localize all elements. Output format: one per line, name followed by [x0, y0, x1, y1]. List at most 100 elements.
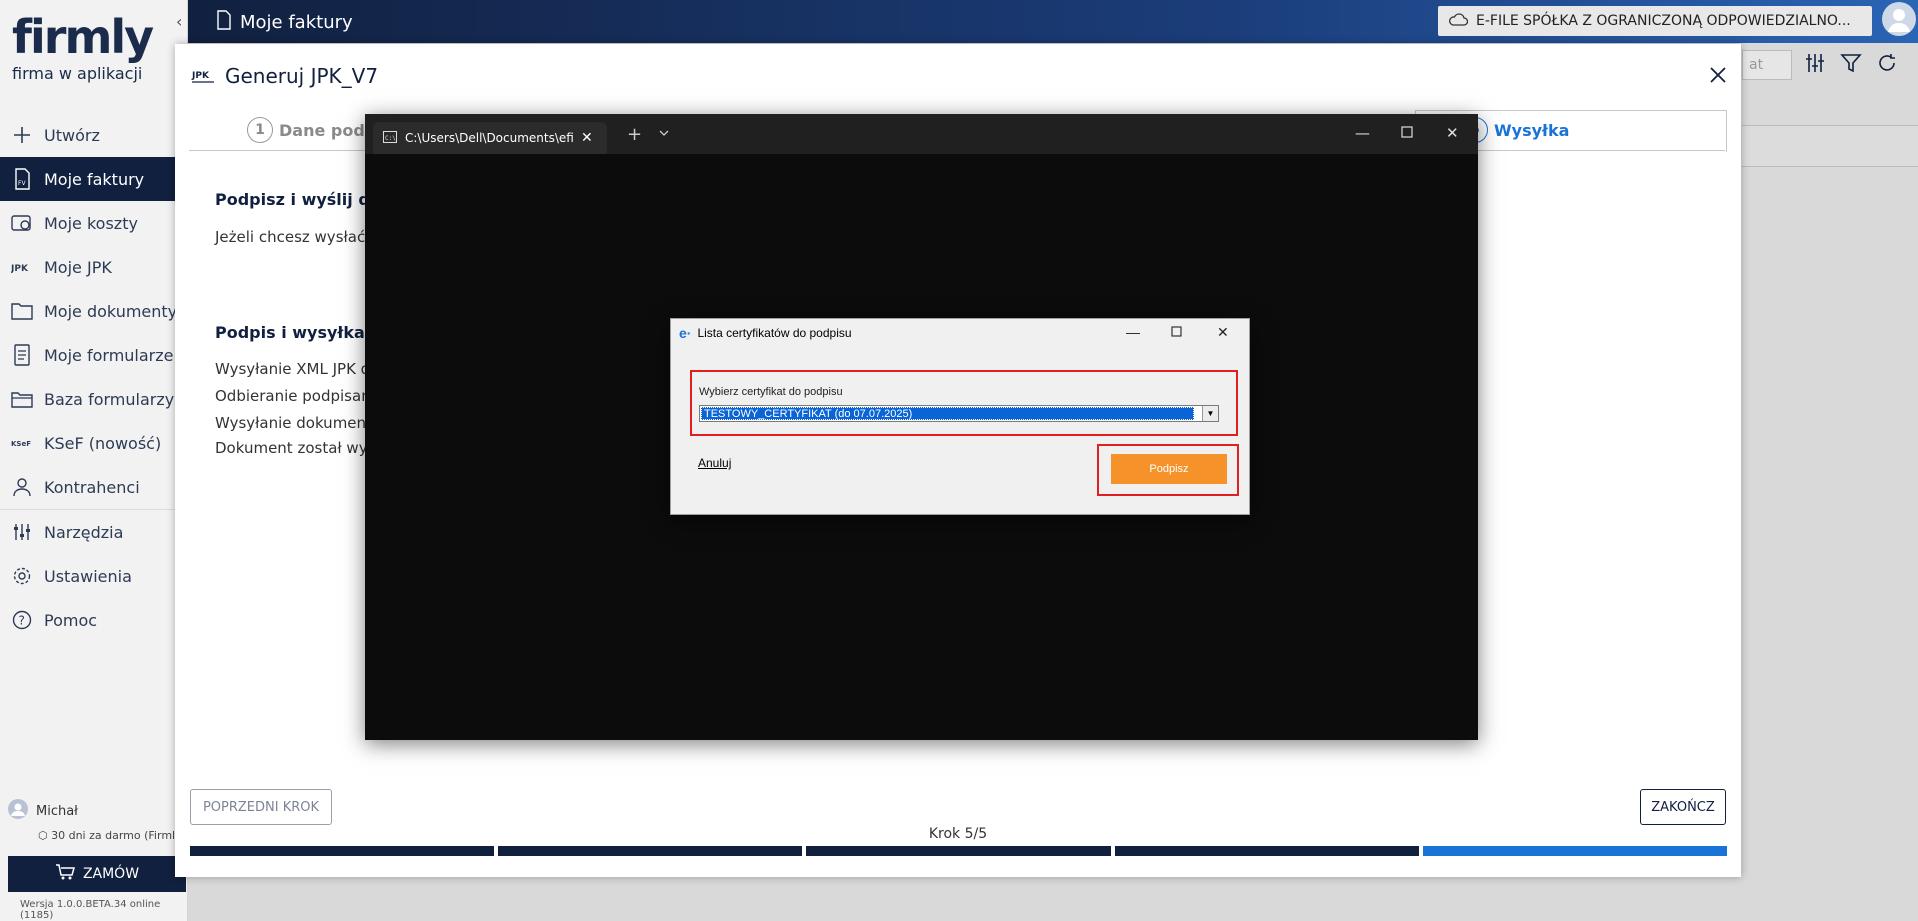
sign-button[interactable]: Podpisz	[1111, 454, 1227, 484]
sidebar-item-label: Moje formularze	[44, 345, 174, 365]
sidebar-item-help[interactable]: ? Pomoc	[0, 598, 188, 642]
plus-icon	[10, 123, 34, 147]
sidebar-item-label: KSeF (nowość)	[44, 433, 162, 453]
close-icon[interactable]: ✕	[1217, 324, 1229, 341]
logo-tagline: firma w aplikacji	[12, 64, 143, 83]
top-bar: Moje faktury E-FILE SPÓŁKA Z OGRANICZONĄ…	[188, 0, 1918, 43]
company-name: E-FILE SPÓŁKA Z OGRANICZONĄ ODPOWIEDZIAL…	[1476, 13, 1851, 29]
terminal-titlebar: C:\ C:\Users\Dell\Documents\efile ✕ + — …	[365, 114, 1478, 154]
sidebar-item-jpk[interactable]: JPK Moje JPK	[0, 245, 188, 289]
maximize-icon[interactable]	[1171, 324, 1182, 340]
sidebar-item-forms[interactable]: Moje formularze	[0, 333, 188, 377]
sidebar-item-create[interactable]: Utwórz	[0, 113, 188, 157]
logo: firmly	[12, 10, 154, 64]
sign-button-highlight: Podpisz	[1097, 444, 1239, 496]
page-title-text: Moje faktury	[240, 12, 353, 33]
status-line: Odbieranie podpisan	[215, 387, 371, 405]
folder-icon	[10, 299, 34, 323]
sign-status-heading: Podpis i wysyłka d	[215, 323, 382, 342]
trial-text: 30 dni za darmo (Firml	[51, 829, 176, 842]
certificate-select[interactable]: TESTOWY_CERTYFIKAT (do 07.07.2025) ▼	[699, 405, 1219, 422]
cart-icon	[55, 863, 75, 885]
jpk-icon: JPK	[191, 64, 215, 88]
user-profile[interactable]: Michał	[8, 799, 78, 823]
invoice-icon: FV	[10, 167, 34, 191]
background-table-header	[1742, 125, 1918, 167]
sidebar-item-tools[interactable]: Narzędzia	[0, 510, 188, 554]
finish-button[interactable]: ZAKOŃCZ	[1640, 789, 1726, 825]
page-title: Moje faktury	[216, 10, 353, 35]
modal-title: Generuj JPK_V7	[225, 64, 379, 88]
background-search-input: at	[1742, 50, 1792, 80]
sidebar-item-label: Moje faktury	[44, 169, 145, 189]
tab-dropdown-icon[interactable]	[659, 126, 669, 140]
minimize-icon[interactable]: —	[1355, 124, 1370, 142]
order-button-label: ZAMÓW	[82, 866, 140, 882]
collapse-sidebar-icon[interactable]: ‹	[176, 12, 182, 31]
svg-text:KSeF: KSeF	[11, 440, 31, 448]
dialog-titlebar: e· Lista certyfikatów do podpisu	[679, 325, 852, 341]
svg-text:JPK: JPK	[11, 264, 29, 274]
progress-segment	[806, 846, 1111, 856]
efile-logo-icon: e·	[679, 325, 692, 341]
costs-icon	[10, 211, 34, 235]
tools-icon	[10, 520, 34, 544]
sidebar-item-form-base[interactable]: Baza formularzy	[0, 377, 188, 421]
minimize-icon[interactable]: —	[1126, 324, 1140, 340]
person-icon	[10, 475, 34, 499]
svg-text:?: ?	[19, 614, 25, 628]
sidebar-item-invoices[interactable]: FV Moje faktury	[0, 157, 188, 201]
status-line: Dokument został wys	[215, 439, 376, 457]
account-avatar[interactable]	[1882, 2, 1916, 36]
previous-step-button[interactable]: POPRZEDNI KROK	[190, 789, 332, 825]
cancel-link[interactable]: Anuluj	[698, 456, 731, 470]
sidebar-item-label: Ustawienia	[44, 566, 132, 586]
order-button[interactable]: ZAMÓW	[8, 856, 186, 892]
svg-text:C:\: C:\	[385, 135, 396, 142]
select-label: Wybierz certyfikat do podpisu	[699, 386, 843, 398]
new-tab-icon[interactable]: +	[627, 124, 642, 145]
sidebar-item-settings[interactable]: Ustawienia	[0, 554, 188, 598]
certificate-select-group: Wybierz certyfikat do podpisu TESTOWY_CE…	[690, 370, 1238, 436]
close-tab-icon[interactable]: ✕	[581, 130, 593, 146]
step-5[interactable]: 5 Wysyłka	[1462, 117, 1569, 143]
sidebar-item-contractors[interactable]: Kontrahenci	[0, 465, 188, 509]
form-icon	[10, 343, 34, 367]
status-line: Wysyłanie dokument	[215, 414, 372, 432]
step-1[interactable]: 1 Dane pod	[247, 117, 365, 143]
sidebar-item-label: Moje koszty	[44, 213, 138, 233]
maximize-icon[interactable]	[1401, 124, 1413, 142]
svg-text:FV: FV	[18, 180, 26, 187]
sidebar-item-label: Pomoc	[44, 610, 98, 630]
terminal-tab-title: C:\Users\Dell\Documents\efile	[405, 131, 573, 145]
user-avatar-icon	[8, 799, 28, 823]
svg-text:JPK: JPK	[191, 71, 210, 81]
sidebar-item-documents[interactable]: Moje dokumenty	[0, 289, 188, 333]
sidebar: firmly firma w aplikacji ‹ Utwórz FV Moj…	[0, 0, 188, 921]
terminal-icon: C:\	[383, 130, 397, 146]
close-window-icon[interactable]: ✕	[1446, 124, 1459, 142]
help-icon: ?	[10, 608, 34, 632]
progress-segment	[1114, 846, 1419, 856]
chevron-down-icon[interactable]: ▼	[1202, 406, 1218, 421]
sliders-icon	[1804, 52, 1826, 78]
invoice-icon	[216, 10, 232, 35]
progress-bar	[190, 846, 1728, 856]
sidebar-item-costs[interactable]: Moje koszty	[0, 201, 188, 245]
sidebar-item-label: Kontrahenci	[44, 477, 140, 497]
terminal-tab[interactable]: C:\ C:\Users\Dell\Documents\efile ✕	[373, 122, 607, 154]
sidebar-item-ksef[interactable]: KSeF KSeF (nowość)	[0, 421, 188, 465]
cloud-icon	[1448, 12, 1469, 30]
company-selector[interactable]: E-FILE SPÓŁKA Z OGRANICZONĄ ODPOWIEDZIAL…	[1438, 6, 1872, 36]
background-toolbar	[1804, 52, 1898, 78]
filter-icon	[1840, 52, 1862, 78]
progress-segment-current	[1422, 846, 1728, 856]
selected-certificate: TESTOWY_CERTYFIKAT (do 07.07.2025)	[701, 407, 1194, 420]
close-icon[interactable]	[1709, 62, 1727, 90]
progress-segment	[498, 846, 803, 856]
sidebar-item-label: Narzędzia	[44, 522, 124, 542]
version-info: Wersja 1.0.0.BETA.34 online (1185)	[20, 899, 161, 921]
sign-send-heading: Podpisz i wyślij do	[215, 190, 381, 209]
certificate-dialog: e· Lista certyfikatów do podpisu — ✕ Wyb…	[670, 318, 1250, 515]
step-label: Wysyłka	[1494, 120, 1570, 140]
